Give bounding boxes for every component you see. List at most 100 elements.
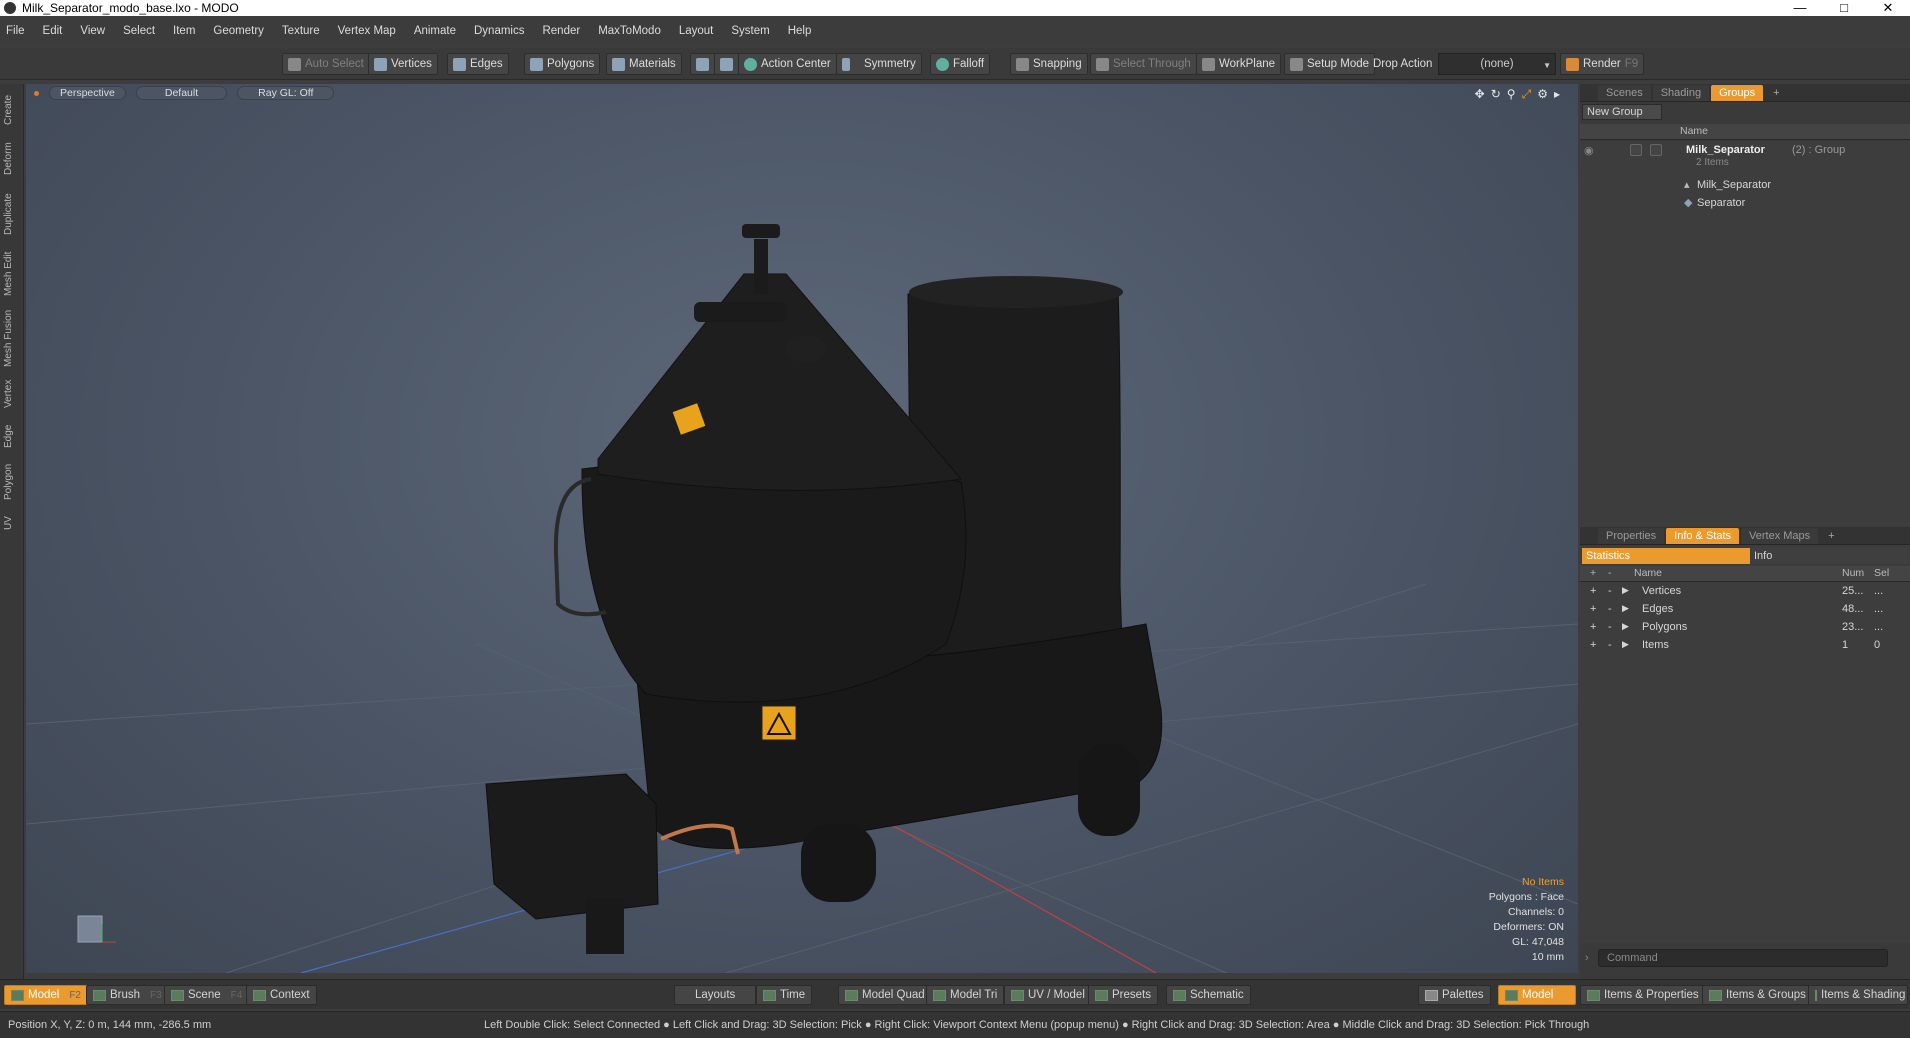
model-quad-button[interactable]: Model Quad — [838, 985, 932, 1005]
tab-polygon[interactable]: Polygon — [3, 458, 21, 506]
shading-default-button[interactable]: Default — [135, 86, 228, 100]
context-button[interactable]: Context — [246, 985, 317, 1005]
collapse-icon[interactable]: - — [1608, 585, 1612, 597]
items-groups-button[interactable]: Items & Groups — [1702, 985, 1813, 1005]
menu-system[interactable]: System — [731, 25, 769, 37]
tree-item-milk-separator[interactable]: ▴ Milk_Separator — [1580, 177, 1910, 195]
perspective-button[interactable]: Perspective — [49, 86, 126, 100]
presets-button[interactable]: Presets — [1088, 985, 1158, 1005]
model-tri-button[interactable]: Model Tri — [926, 985, 1005, 1005]
tab-edge[interactable]: Edge — [3, 418, 21, 454]
palettes-button[interactable]: Palettes — [1418, 985, 1491, 1005]
expand-icon[interactable]: + — [1590, 585, 1596, 597]
brush-mode-button[interactable]: Brush F3 — [86, 985, 169, 1005]
move-view-icon[interactable]: ✥ — [1475, 87, 1485, 102]
menu-view[interactable]: View — [80, 25, 105, 37]
3d-viewport[interactable]: Perspective Default Ray GL: Off ✥ ↻ ⚲ ⤢ … — [26, 84, 1578, 973]
menu-select[interactable]: Select — [123, 25, 155, 37]
items-properties-button[interactable]: Items & Properties — [1580, 985, 1706, 1005]
lock-toggle[interactable] — [1630, 144, 1642, 156]
symmetry-button[interactable]: Symmetry — [836, 53, 922, 75]
collapse-all-icon[interactable]: - — [1608, 567, 1612, 579]
tab-deform[interactable]: Deform — [3, 136, 21, 182]
tab-mesh-edit[interactable]: Mesh Edit — [3, 246, 21, 302]
materials-button[interactable]: Materials — [606, 53, 682, 75]
uv-model-button[interactable]: UV / Model — [1004, 985, 1092, 1005]
tab-vertex[interactable]: Vertex — [3, 374, 21, 414]
expand-icon[interactable]: + — [1590, 603, 1596, 615]
scene-mode-button[interactable]: Scene F4 — [164, 985, 250, 1005]
menu-animate[interactable]: Animate — [414, 25, 456, 37]
visibility-eye-icon[interactable]: ◉ — [1584, 144, 1596, 157]
collapse-icon[interactable]: - — [1608, 621, 1612, 633]
collapse-icon[interactable]: - — [1608, 639, 1612, 651]
raygl-button[interactable]: Ray GL: Off — [237, 86, 335, 100]
zoom-view-icon[interactable]: ⚲ — [1507, 87, 1516, 102]
menu-maxtomodo[interactable]: MaxToModo — [598, 25, 661, 37]
close-icon[interactable]: ✕ — [1866, 0, 1910, 16]
table-row[interactable]: + - ▶ Vertices 25... ... — [1580, 585, 1910, 603]
drop-action-select[interactable]: (none) ▼ — [1438, 53, 1556, 75]
statistics-tab[interactable]: Statistics — [1582, 548, 1750, 564]
model-mode-button[interactable]: Model F2 — [4, 985, 88, 1005]
schematic-button[interactable]: Schematic — [1166, 985, 1251, 1005]
disclosure-triangle-icon[interactable]: ▶ — [1622, 621, 1629, 632]
tab-create[interactable]: Create — [3, 88, 21, 132]
setup-mode-button[interactable]: Setup Mode — [1284, 53, 1376, 75]
new-group-button[interactable]: New Group — [1582, 104, 1662, 120]
action-center-button[interactable]: Action Center — [738, 53, 837, 75]
table-row[interactable]: + - ▶ Items 1 0 — [1580, 639, 1910, 657]
expand-arrow-icon[interactable]: ▸ — [1554, 87, 1560, 102]
menu-item[interactable]: Item — [173, 25, 195, 37]
menu-texture[interactable]: Texture — [282, 25, 320, 37]
expand-all-icon[interactable]: + — [1590, 567, 1596, 579]
falloff-button[interactable]: Falloff — [930, 53, 991, 75]
tree-item-separator[interactable]: ◆ Separator — [1580, 195, 1910, 213]
auto-select-button[interactable]: Auto Select — [282, 53, 370, 75]
table-row[interactable]: + - ▶ Edges 48... ... — [1580, 603, 1910, 621]
render-button[interactable]: Render F9 — [1560, 53, 1645, 75]
tab-shading[interactable]: Shading — [1652, 84, 1710, 101]
info-tab[interactable]: Info — [1750, 548, 1908, 564]
tab-properties[interactable]: Properties — [1598, 527, 1665, 544]
model-layout-button[interactable]: Model — [1498, 985, 1576, 1005]
menu-edit[interactable]: Edit — [43, 25, 63, 37]
items-shading-button[interactable]: Items & Shading — [1808, 985, 1908, 1005]
expand-icon[interactable]: + — [1590, 621, 1596, 633]
time-button[interactable]: Time — [756, 985, 813, 1005]
fit-view-icon[interactable]: ⤢ — [1522, 87, 1532, 102]
tab-duplicate[interactable]: Duplicate — [3, 186, 21, 242]
disclosure-triangle-icon[interactable]: ▶ — [1622, 603, 1629, 614]
edges-button[interactable]: Edges — [447, 53, 509, 75]
menu-vertex-map[interactable]: Vertex Map — [338, 25, 396, 37]
tab-info-stats[interactable]: Info & Stats — [1666, 527, 1740, 544]
tab-uv[interactable]: UV — [3, 510, 21, 536]
tab-vertex-maps[interactable]: Vertex Maps — [1741, 527, 1819, 544]
tab-mesh-fusion[interactable]: Mesh Fusion — [3, 306, 21, 370]
menu-dynamics[interactable]: Dynamics — [474, 25, 524, 37]
add-tab-icon[interactable]: + — [1765, 85, 1787, 101]
vertices-button[interactable]: Vertices — [368, 53, 438, 75]
command-input[interactable]: Command — [1598, 949, 1888, 967]
layouts-button[interactable]: Layouts — [674, 985, 757, 1005]
table-row[interactable]: + - ▶ Polygons 23... ... — [1580, 621, 1910, 639]
tab-groups[interactable]: Groups — [1711, 84, 1764, 101]
select-toggle[interactable] — [1650, 144, 1662, 156]
tab-scenes[interactable]: Scenes — [1598, 84, 1651, 101]
maximize-icon[interactable]: □ — [1822, 0, 1866, 16]
shield-toggle-2[interactable] — [714, 53, 739, 75]
menu-file[interactable]: File — [6, 25, 25, 37]
snapping-button[interactable]: Snapping — [1010, 53, 1088, 75]
viewport-settings-icon[interactable]: ⚙ — [1537, 87, 1548, 102]
add-tab-icon[interactable]: + — [1820, 528, 1842, 544]
minimize-icon[interactable]: — — [1778, 0, 1822, 16]
menu-render[interactable]: Render — [542, 25, 580, 37]
menu-help[interactable]: Help — [788, 25, 812, 37]
shield-toggle-1[interactable] — [690, 53, 715, 75]
menu-geometry[interactable]: Geometry — [213, 25, 264, 37]
expand-icon[interactable]: + — [1590, 639, 1596, 651]
menu-layout[interactable]: Layout — [679, 25, 714, 37]
workplane-button[interactable]: WorkPlane — [1196, 53, 1282, 75]
polygons-button[interactable]: Polygons — [524, 53, 601, 75]
viewport-menu-dot-icon[interactable] — [34, 90, 39, 96]
